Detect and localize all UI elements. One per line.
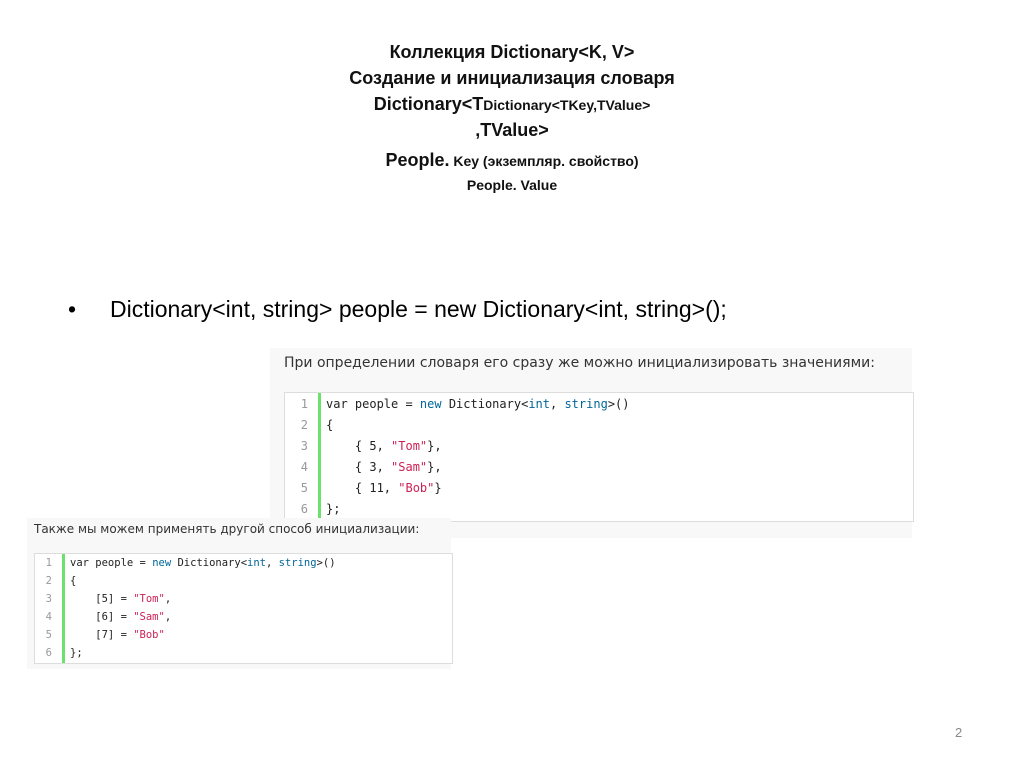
title-line-5: People. Key (экземпляр. свойство) <box>0 150 1024 171</box>
page-number: 2 <box>955 725 963 740</box>
line-number: 3 <box>300 439 308 453</box>
code-token: >() <box>316 557 336 569</box>
title-line-6: People. Value <box>466 177 558 193</box>
code-token: var people = <box>70 557 153 569</box>
slide: Коллекция Dictionary<K, V> Создание и ин… <box>0 0 1024 767</box>
line-number: 5 <box>300 481 308 495</box>
code-line: var people = new Dictionary<int, string>… <box>326 397 630 411</box>
code-token: "Tom" <box>391 439 428 453</box>
code-line: [7] = "Bob" <box>70 629 165 641</box>
code-line: [6] = "Sam", <box>70 611 171 623</box>
line-number: 1 <box>45 557 52 569</box>
code-token: "Bob" <box>133 629 165 641</box>
code-token: var people = <box>326 397 420 411</box>
code-token: { <box>326 418 334 432</box>
code-token: "Sam" <box>391 460 428 474</box>
code-line: { 5, "Tom"}, <box>326 439 442 453</box>
code-token: "Tom" <box>133 593 165 605</box>
code-token: }, <box>427 439 442 453</box>
code-token: >() <box>607 397 630 411</box>
code-token: Dictionary< <box>171 557 248 569</box>
line-number: 1 <box>300 397 308 411</box>
code-screenshot-2: Также мы можем применять другой способ и… <box>27 518 453 669</box>
code-token: [7] = <box>70 629 134 641</box>
code-token: [5] = <box>70 593 134 605</box>
code-token: Dictionary< <box>441 397 529 411</box>
code-token: "Bob" <box>398 481 435 495</box>
line-number: 4 <box>45 611 52 623</box>
screenshot-2-caption: Также мы можем применять другой способ и… <box>34 522 420 536</box>
code-token: }; <box>326 502 341 516</box>
code-token: int <box>528 397 550 411</box>
bullet-text: Dictionary<int, string> people = new Dic… <box>110 296 727 322</box>
code-token: { 3, <box>326 460 392 474</box>
line-number: 4 <box>300 460 308 474</box>
code-line: var people = new Dictionary<int, string>… <box>70 557 336 569</box>
code-line: { <box>70 575 76 587</box>
code-line: { <box>326 418 333 432</box>
code-token: , <box>265 557 279 569</box>
code-token: { <box>70 575 77 587</box>
code-token: }; <box>70 647 83 659</box>
line-number: 2 <box>45 575 52 587</box>
code-block-2: 1 var people = new Dictionary<int, string… <box>34 553 453 664</box>
bullet-marker: • <box>68 296 77 322</box>
title-line-5a: People. <box>385 150 450 170</box>
title-line-4-text: ,TValue> <box>475 120 549 140</box>
code-token: "Sam" <box>133 611 165 623</box>
code-token: { 11, <box>326 481 399 495</box>
code-token: }, <box>427 460 442 474</box>
title-line-3a: Dictionary<T <box>373 94 484 114</box>
code-token: , <box>550 397 565 411</box>
title-line-3b: Dictionary<TKey,TValue> <box>483 97 651 113</box>
title-line-5b: Key (экземпляр. свойство) <box>449 153 639 169</box>
line-number: 6 <box>45 647 52 659</box>
code-line: { 11, "Bob"} <box>326 481 442 495</box>
code-line: [5] = "Tom", <box>70 593 171 605</box>
line-number: 2 <box>300 418 308 432</box>
code-token: , <box>164 593 172 605</box>
code-token: } <box>434 481 442 495</box>
code-block-1: 1 var people = new Dictionary<int, string… <box>284 392 914 522</box>
line-number: 3 <box>45 593 52 605</box>
code-token: new <box>419 397 442 411</box>
title-line-2: Создание и инициализация словаря <box>349 68 675 88</box>
screenshot-1-caption: При определении словаря его сразу же мож… <box>284 355 875 371</box>
code-token: [6] = <box>70 611 134 623</box>
code-line: { 3, "Sam"}, <box>326 460 442 474</box>
code-token: string <box>278 557 317 569</box>
code-token: int <box>247 557 266 569</box>
line-number: 6 <box>300 502 308 516</box>
code-line: }; <box>326 502 340 516</box>
code-token: { 5, <box>326 439 392 453</box>
code-token: new <box>152 557 172 569</box>
code-screenshot-1: При определении словаря его сразу же мож… <box>270 348 914 538</box>
line-number: 5 <box>45 629 52 641</box>
code-line: }; <box>70 647 83 659</box>
code-token: , <box>164 611 172 623</box>
code-token: string <box>564 397 608 411</box>
title-line-1: Коллекция Dictionary<K, V> <box>389 42 635 62</box>
title-line-3: Dictionary<TDictionary<TKey,TValue> <box>0 94 1024 115</box>
